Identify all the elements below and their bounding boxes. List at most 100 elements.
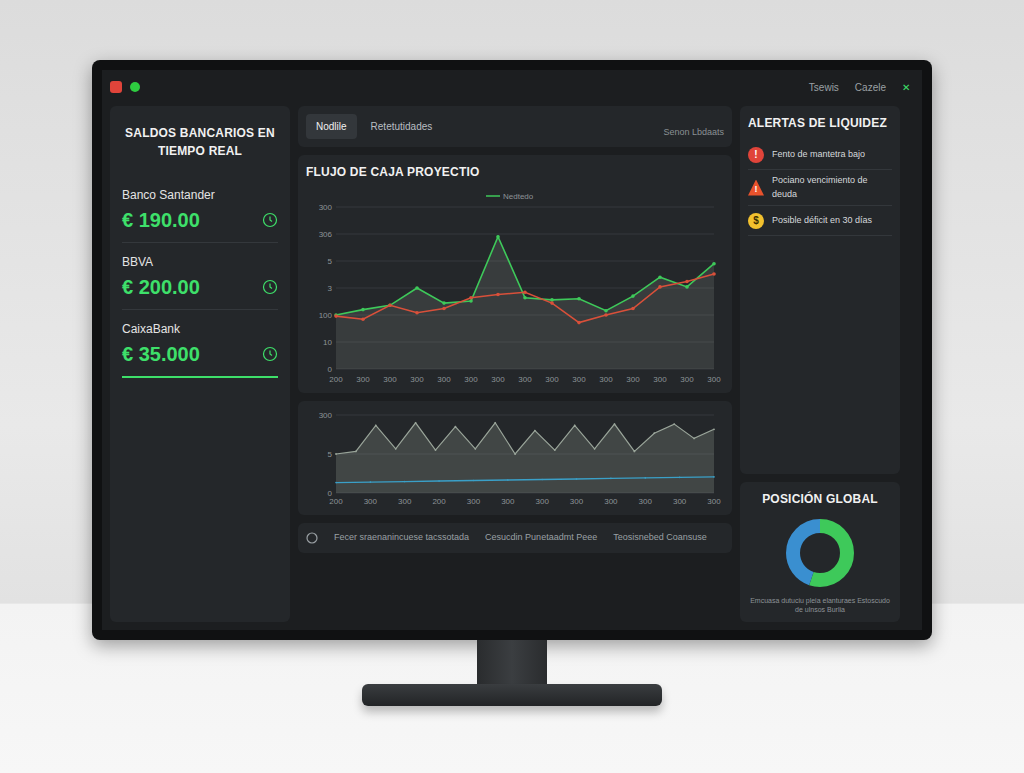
volume-point [614, 423, 616, 425]
volume-point [455, 426, 457, 428]
volume-point [415, 422, 417, 424]
y-tick: 300 [319, 203, 333, 212]
volume-point [395, 448, 397, 450]
donut-segment [793, 526, 847, 580]
x-tick: 300 [653, 375, 667, 384]
volume-point [375, 425, 377, 427]
tab[interactable]: Nodlile [306, 114, 357, 139]
x-tick: 300 [599, 375, 613, 384]
tab-bar: NodlileRetetutidadesSenon Lbdaats [298, 106, 732, 147]
account-amount: € 200.00 [122, 275, 200, 299]
footer-item[interactable]: Teosisnebed Coansuse [613, 531, 707, 545]
x-tick: 300 [639, 497, 653, 506]
x-tick: 200 [329, 497, 343, 506]
volume-point [634, 451, 636, 453]
x-tick: 300 [410, 375, 424, 384]
baseline-point [645, 477, 647, 479]
baseline-point [370, 481, 372, 483]
warning-icon: ! [748, 180, 764, 196]
volume-card: 0530020030030020030030030030030030030030… [298, 401, 732, 515]
close-icon[interactable]: ✕ [902, 80, 910, 95]
volume-point [673, 423, 675, 425]
window-controls [110, 81, 140, 93]
data-point [523, 296, 527, 300]
volume-point [594, 448, 596, 450]
x-tick: 300 [707, 497, 721, 506]
alert-text: Pociano vencimiento de deuda [772, 174, 892, 201]
data-point [388, 304, 392, 308]
baseline-point [473, 480, 475, 482]
alert-item[interactable]: $Posible déficit en 30 días [748, 206, 892, 236]
alert-text: Posible déficit en 30 días [772, 214, 872, 228]
data-point [415, 286, 419, 290]
data-point [469, 296, 473, 300]
baseline-point [404, 481, 406, 483]
data-point [685, 280, 689, 284]
x-tick: 300 [364, 497, 378, 506]
volume-point [653, 432, 655, 434]
x-tick: 300 [501, 497, 515, 506]
x-tick: 200 [329, 375, 343, 384]
bank-name: CaixaBank [122, 320, 200, 338]
global-title: POSICIÓN GLOBAL [748, 490, 892, 508]
baseline-point [576, 478, 578, 480]
grid-line [336, 234, 714, 235]
data-point [496, 235, 500, 239]
account-row[interactable]: Banco Santander€ 190.00 [122, 176, 278, 243]
y-tick: 10 [323, 338, 332, 347]
series-line [336, 237, 714, 315]
baseline-point [507, 479, 509, 481]
volume-point [335, 453, 337, 455]
y-tick: 3 [328, 284, 333, 293]
data-point [415, 311, 419, 315]
alert-item[interactable]: ! Pociano vencimiento de deuda [748, 170, 892, 206]
tab[interactable]: Retetutidades [361, 114, 443, 139]
data-point [685, 285, 689, 289]
x-tick: 300 [536, 497, 550, 506]
data-point [631, 307, 635, 311]
app-logo-icon[interactable] [110, 81, 122, 93]
data-point [550, 298, 554, 302]
account-row[interactable]: BBVA€ 200.00 [122, 243, 278, 310]
series-area [336, 237, 714, 369]
data-point [577, 297, 581, 301]
y-tick: 100 [319, 311, 333, 320]
data-point [658, 285, 662, 289]
account-amount: € 35.000 [122, 342, 200, 366]
alert-item[interactable]: !Fento de mantetra bajo [748, 140, 892, 170]
legend-swatch [486, 195, 500, 197]
clock-hands [270, 284, 272, 289]
account-row[interactable]: CaixaBank € 35.000 [122, 310, 278, 378]
alert-icon: ! [748, 147, 764, 163]
cashflow-card: FLUJO DE CAJA PROYECTIO01010035306300200… [298, 155, 732, 393]
chart-legend: Nedtedo [486, 192, 534, 201]
donut-segment [793, 526, 847, 580]
top-action[interactable]: Tsewis [809, 80, 839, 95]
wifi-icon [306, 532, 318, 544]
clock-face [264, 348, 277, 361]
bank-name: Banco Santander [122, 186, 215, 204]
data-point [496, 293, 500, 297]
y-tick: 5 [328, 450, 333, 459]
dashboard-screen: TsewisCazele✕SALDOS BANCARIOS EN TIEMPO … [102, 70, 922, 630]
grid-line [336, 261, 714, 262]
x-tick: 300 [467, 497, 481, 506]
x-tick: 300 [680, 375, 694, 384]
baseline-point [713, 476, 715, 478]
top-action[interactable]: Cazele [855, 80, 886, 95]
x-tick: 300 [570, 497, 584, 506]
data-point [334, 314, 338, 318]
clock-face [264, 214, 277, 227]
footer-item[interactable]: Fecer sraenanincuese tacssotada [334, 531, 469, 545]
account-info: Banco Santander€ 190.00 [122, 186, 215, 232]
footer-item[interactable]: Cesucdin Punetaadmt Peee [485, 531, 597, 545]
data-point [658, 275, 662, 279]
volume-point [534, 430, 536, 432]
status-dot[interactable] [130, 82, 140, 92]
footer-bar: Fecer sraenanincuese tacssotada Cesucdin … [298, 523, 732, 553]
data-point [712, 262, 716, 266]
baseline-point [679, 477, 681, 479]
data-point [550, 301, 554, 305]
x-tick: 300 [398, 497, 412, 506]
clock-icon [262, 279, 278, 295]
